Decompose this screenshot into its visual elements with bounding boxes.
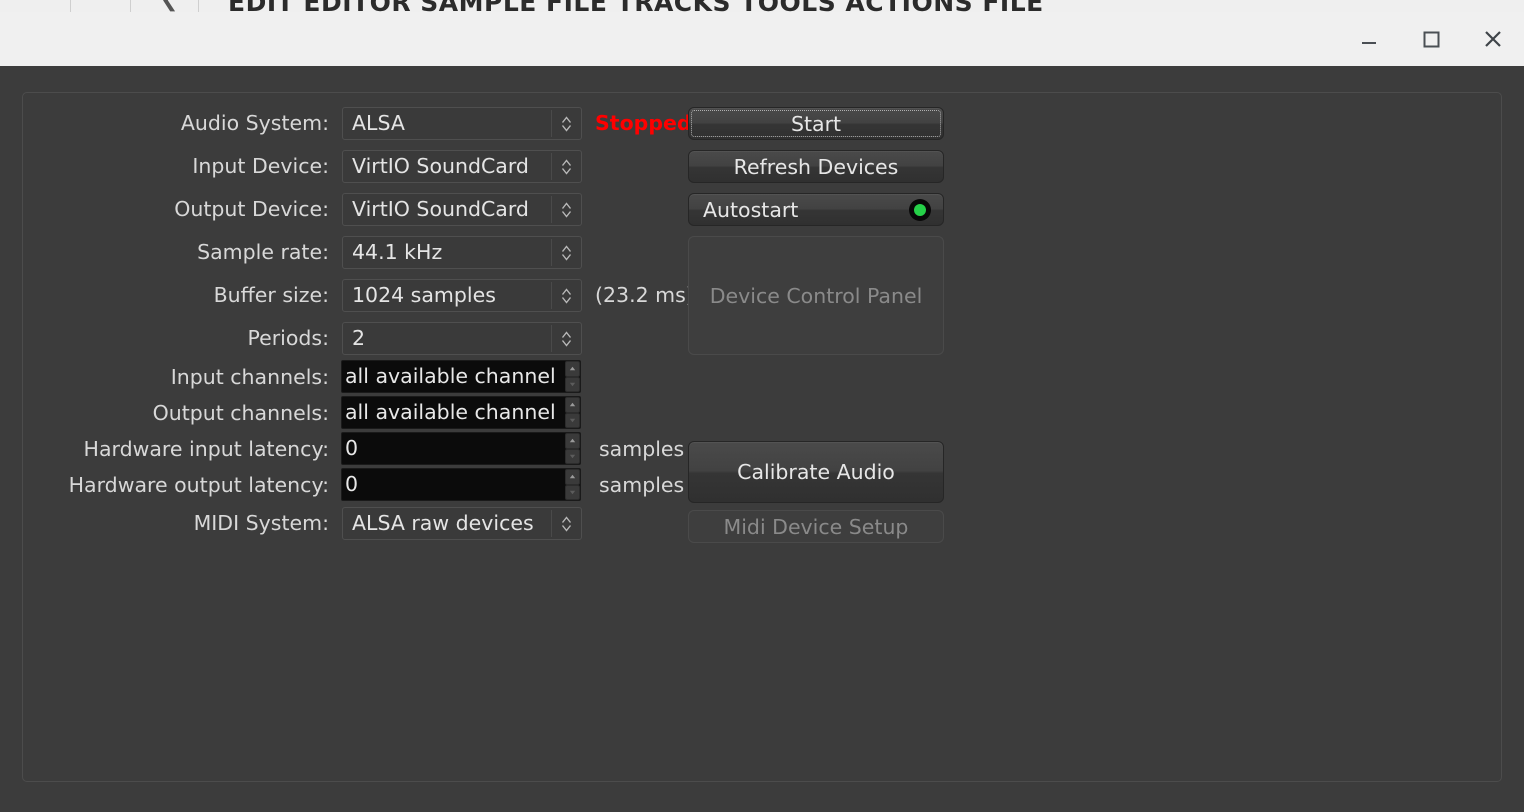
close-icon	[1485, 31, 1501, 47]
stepper-up-button[interactable]	[565, 469, 580, 485]
autostart-toggle[interactable]: Autostart	[688, 193, 944, 226]
toolbar-divider	[130, 0, 131, 12]
chevron-updown-icon	[552, 508, 581, 539]
output-channels-stepper	[565, 397, 580, 428]
label-buffer-size: Buffer size:	[213, 283, 329, 307]
output-channels-field[interactable]: all available channel	[341, 396, 581, 429]
label-hardware-input-latency: Hardware input latency:	[83, 437, 329, 461]
minimize-button[interactable]	[1338, 12, 1400, 66]
hardware-output-latency-unit: samples	[599, 473, 685, 497]
background-window-title: EDIT EDITOR SAMPLE FILE TRACKS TOOLS ACT…	[228, 0, 1044, 12]
autostart-label: Autostart	[703, 197, 799, 222]
triangle-up-icon	[569, 475, 576, 479]
row-output-channels: Output channels: all available channel	[37, 395, 977, 431]
chevron-updown-icon	[552, 108, 581, 139]
hardware-output-latency-value: 0	[345, 472, 359, 496]
buffer-size-value: 1024 samples	[352, 283, 496, 307]
stepper-up-button[interactable]	[565, 433, 580, 449]
main-area: Audio System: ALSA Stopped Input Device:…	[0, 66, 1524, 812]
toolbar-divider	[70, 0, 71, 12]
midi-system-value: ALSA raw devices	[352, 511, 534, 535]
hardware-output-latency-field[interactable]: 0	[341, 468, 581, 501]
input-device-select[interactable]: VirtIO SoundCard	[342, 150, 582, 183]
label-input-device: Input Device:	[192, 154, 329, 178]
midi-system-select[interactable]: ALSA raw devices	[342, 507, 582, 540]
input-channels-stepper	[565, 361, 580, 392]
triangle-up-icon	[569, 367, 576, 371]
chevron-updown-icon	[552, 194, 581, 225]
triangle-up-icon	[569, 439, 576, 443]
hardware-input-latency-unit: samples	[599, 437, 685, 461]
sample-rate-select[interactable]: 44.1 kHz	[342, 236, 582, 269]
label-midi-system: MIDI System:	[193, 511, 329, 535]
autostart-led-icon	[909, 198, 931, 221]
close-button[interactable]	[1462, 12, 1524, 66]
stepper-up-button[interactable]	[565, 397, 580, 413]
output-device-select[interactable]: VirtIO SoundCard	[342, 193, 582, 226]
device-control-panel-button: Device Control Panel	[688, 236, 944, 355]
label-hardware-output-latency: Hardware output latency:	[68, 473, 329, 497]
input-device-value: VirtIO SoundCard	[352, 154, 529, 178]
audio-system-value: ALSA	[352, 111, 405, 135]
hardware-input-latency-stepper	[565, 433, 580, 464]
stepper-down-button[interactable]	[565, 412, 580, 428]
hardware-input-latency-value: 0	[345, 436, 359, 460]
back-chevron-icon: ❮	[160, 0, 178, 12]
label-audio-system: Audio System:	[180, 111, 329, 135]
maximize-button[interactable]	[1400, 12, 1462, 66]
buffer-size-latency-text: (23.2 ms)	[595, 283, 694, 307]
triangle-down-icon	[569, 454, 576, 458]
minimize-icon	[1362, 42, 1376, 44]
triangle-down-icon	[569, 382, 576, 386]
input-channels-field[interactable]: all available channel	[341, 360, 581, 393]
stepper-down-button[interactable]	[565, 448, 580, 464]
chevron-updown-icon	[552, 151, 581, 182]
start-button[interactable]: Start	[688, 107, 944, 140]
stepper-down-button[interactable]	[565, 376, 580, 392]
triangle-down-icon	[569, 490, 576, 494]
sample-rate-value: 44.1 kHz	[352, 240, 443, 264]
label-input-channels: Input channels:	[170, 365, 329, 389]
stepper-down-button[interactable]	[565, 484, 580, 500]
label-sample-rate: Sample rate:	[197, 240, 329, 264]
row-input-channels: Input channels: all available channel	[37, 359, 977, 395]
maximize-icon	[1423, 31, 1440, 48]
hardware-input-latency-field[interactable]: 0	[341, 432, 581, 465]
chevron-updown-icon	[552, 323, 581, 354]
chevron-updown-icon	[552, 237, 581, 268]
titlebar	[0, 12, 1524, 67]
output-device-value: VirtIO SoundCard	[352, 197, 529, 221]
periods-select[interactable]: 2	[342, 322, 582, 355]
hardware-output-latency-stepper	[565, 469, 580, 500]
triangle-down-icon	[569, 418, 576, 422]
audio-system-select[interactable]: ALSA	[342, 107, 582, 140]
calibrate-audio-button[interactable]: Calibrate Audio	[688, 441, 944, 503]
window-controls	[1338, 12, 1524, 66]
output-channels-value: all available channel	[345, 400, 556, 424]
triangle-up-icon	[569, 403, 576, 407]
stepper-up-button[interactable]	[565, 361, 580, 377]
status-badge: Stopped	[595, 111, 692, 135]
midi-device-setup-button: Midi Device Setup	[688, 510, 944, 543]
background-window-toolbar: ❮ EDIT EDITOR SAMPLE FILE TRACKS TOOLS A…	[0, 0, 1524, 12]
audio-settings-panel: Audio System: ALSA Stopped Input Device:…	[22, 92, 1502, 782]
label-output-device: Output Device:	[174, 197, 329, 221]
background-window-strip: ❮ EDIT EDITOR SAMPLE FILE TRACKS TOOLS A…	[0, 0, 1524, 12]
chevron-updown-icon	[552, 280, 581, 311]
buffer-size-select[interactable]: 1024 samples	[342, 279, 582, 312]
refresh-devices-button[interactable]: Refresh Devices	[688, 150, 944, 183]
input-channels-value: all available channel	[345, 364, 556, 388]
periods-value: 2	[352, 326, 366, 350]
label-output-channels: Output channels:	[152, 401, 329, 425]
toolbar-divider	[198, 0, 199, 12]
label-periods: Periods:	[247, 326, 329, 350]
